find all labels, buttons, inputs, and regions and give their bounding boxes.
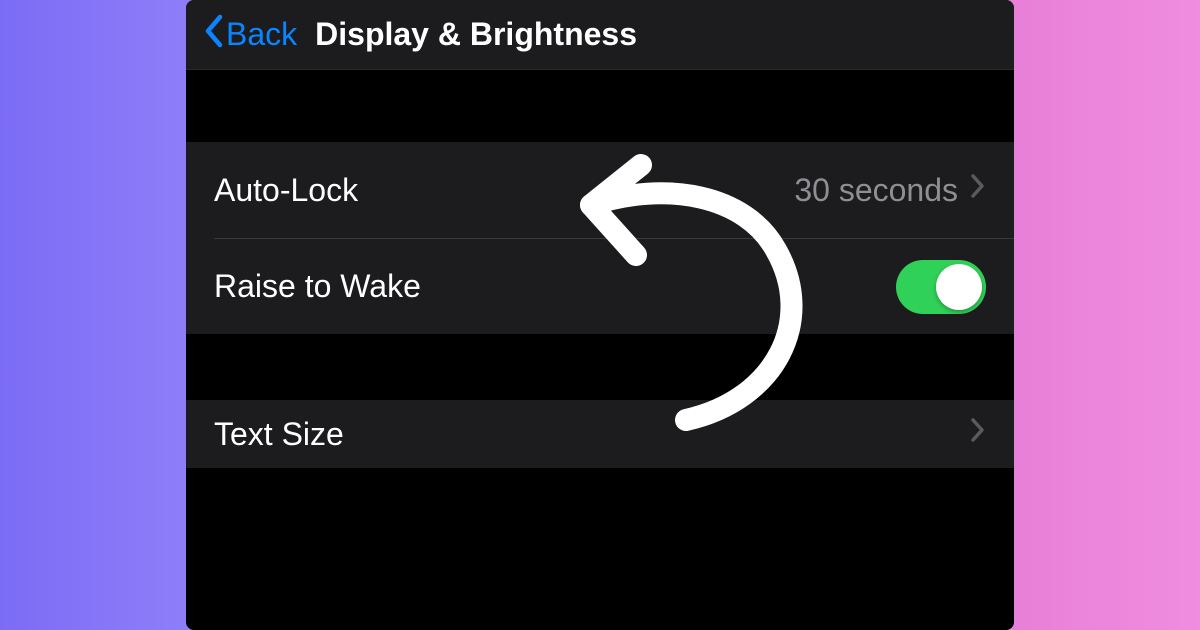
page-title: Display & Brightness <box>315 16 637 53</box>
toggle-knob <box>936 264 982 310</box>
text-size-label: Text Size <box>214 416 344 453</box>
auto-lock-value: 30 seconds <box>794 172 958 209</box>
raise-to-wake-toggle[interactable] <box>896 260 986 314</box>
auto-lock-row[interactable]: Auto-Lock 30 seconds <box>186 142 1014 238</box>
text-size-row[interactable]: Text Size <box>186 400 1014 468</box>
section-gap <box>186 70 1014 142</box>
back-label: Back <box>226 16 297 53</box>
auto-lock-label: Auto-Lock <box>214 172 358 209</box>
chevron-right-icon <box>970 417 986 451</box>
settings-group-lock: Auto-Lock 30 seconds Raise to Wake <box>186 142 1014 334</box>
settings-screen: Back Display & Brightness Auto-Lock 30 s… <box>186 0 1014 630</box>
chevron-left-icon <box>202 13 224 56</box>
section-gap <box>186 334 1014 400</box>
back-button[interactable]: Back <box>202 13 297 56</box>
raise-to-wake-label: Raise to Wake <box>214 268 421 305</box>
chevron-right-icon <box>970 173 986 207</box>
raise-to-wake-row[interactable]: Raise to Wake <box>214 238 1014 334</box>
nav-header: Back Display & Brightness <box>186 0 1014 70</box>
auto-lock-value-container: 30 seconds <box>794 172 986 209</box>
